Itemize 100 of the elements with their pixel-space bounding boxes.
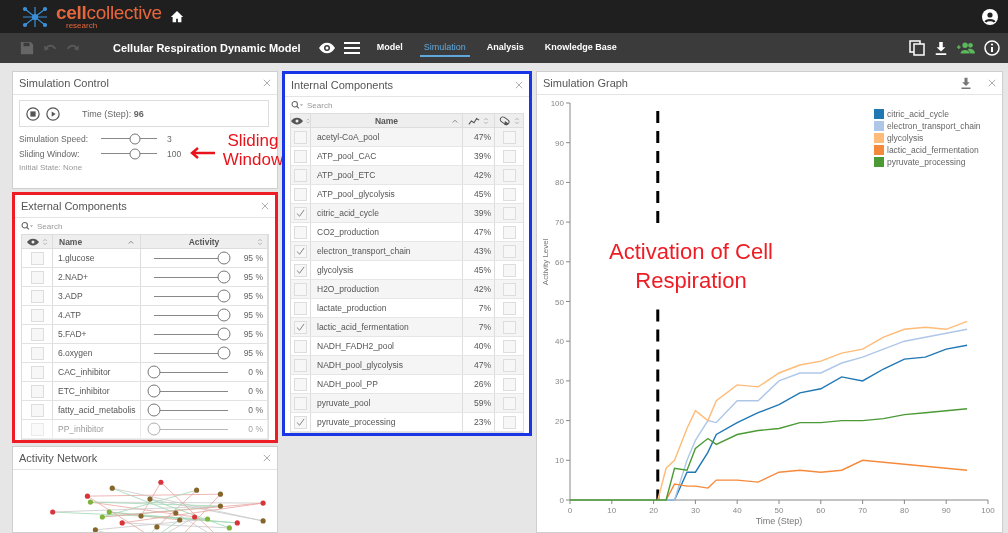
x-tick-label: 70 (858, 506, 868, 515)
nav-tab[interactable]: Knowledge Base (540, 39, 621, 57)
component-name: 6.oxygen (58, 348, 93, 358)
checkbox[interactable] (294, 168, 307, 182)
checkbox[interactable] (30, 289, 44, 303)
info-icon[interactable] (984, 40, 1000, 56)
checkbox[interactable] (502, 320, 516, 334)
checkbox[interactable] (294, 282, 307, 296)
download-icon[interactable] (934, 41, 948, 55)
close-icon[interactable] (988, 79, 996, 87)
activity-value: 95 % (243, 310, 263, 320)
slider-thumb[interactable] (147, 422, 161, 436)
play-icon[interactable] (46, 106, 60, 121)
sort-icon[interactable] (41, 237, 48, 246)
activity-value: 45% (474, 189, 491, 199)
checkbox[interactable] (502, 225, 516, 239)
pill-icon[interactable] (498, 114, 511, 127)
checkbox[interactable] (502, 149, 516, 163)
app-logo[interactable]: cellcollective (56, 3, 162, 22)
checkbox[interactable] (294, 130, 307, 144)
slider-thumb[interactable] (217, 346, 231, 360)
checkbox[interactable] (502, 206, 516, 220)
slider-value: 3 (167, 133, 172, 144)
nav-tab[interactable]: Simulation (419, 39, 470, 57)
slider-thumb[interactable] (147, 384, 161, 398)
checkbox[interactable] (502, 301, 516, 315)
checkbox[interactable] (294, 149, 307, 163)
checkbox[interactable] (294, 415, 307, 429)
nav-tab[interactable]: Model (372, 39, 407, 57)
eye-icon[interactable] (318, 40, 335, 56)
nav-tab[interactable]: Analysis (482, 39, 528, 57)
slider-thumb[interactable] (217, 270, 231, 284)
checkbox[interactable] (30, 346, 44, 360)
checkbox[interactable] (502, 168, 516, 182)
slider-thumb[interactable] (217, 327, 231, 341)
menu-icon[interactable] (343, 40, 360, 56)
copy-icon[interactable] (909, 40, 925, 56)
slider-thumb[interactable] (147, 403, 161, 417)
checkbox[interactable] (30, 270, 44, 284)
checkbox[interactable] (502, 130, 516, 144)
checkbox[interactable] (294, 225, 307, 239)
checkbox[interactable] (30, 308, 44, 322)
checkbox[interactable] (294, 396, 307, 410)
checkbox[interactable] (294, 187, 307, 201)
column-header[interactable]: Activity (188, 236, 220, 247)
checkbox[interactable] (294, 206, 307, 220)
checkbox[interactable] (502, 415, 516, 429)
checkbox[interactable] (502, 282, 516, 296)
component-name: lactate_production (317, 303, 387, 313)
search-icon[interactable] (21, 220, 33, 232)
legend-label[interactable]: pyruvate_processing (887, 157, 966, 167)
activity-value: 42% (474, 284, 491, 294)
activity-value: 95 % (243, 329, 263, 339)
close-icon[interactable] (263, 79, 271, 87)
legend-label[interactable]: electron_transport_chain (887, 121, 981, 131)
close-icon[interactable] (263, 454, 271, 462)
slider-label: Simulation Speed: (19, 133, 89, 144)
component-name: 2.NAD+ (58, 272, 88, 282)
checkbox[interactable] (294, 244, 307, 258)
column-header[interactable]: Name (374, 115, 399, 126)
add-user-icon[interactable] (957, 41, 975, 55)
user-icon[interactable] (982, 8, 998, 25)
close-icon[interactable] (515, 81, 523, 89)
slider-thumb[interactable] (147, 365, 161, 379)
slider-thumb[interactable] (129, 148, 141, 159)
save-icon[interactable] (20, 41, 34, 55)
caret-icon[interactable] (452, 117, 458, 125)
checkbox[interactable] (502, 187, 516, 201)
legend-label[interactable]: glycolysis (887, 133, 924, 143)
slider-thumb[interactable] (129, 133, 141, 144)
checkbox[interactable] (502, 396, 516, 410)
checkbox[interactable] (502, 377, 516, 391)
search-icon[interactable] (291, 99, 303, 111)
column-header[interactable]: Name (59, 236, 83, 247)
close-icon[interactable] (261, 202, 269, 210)
sort-icon[interactable] (483, 116, 489, 125)
legend-label[interactable]: lactic_acid_fermentation (887, 145, 979, 155)
checkbox[interactable] (294, 301, 307, 315)
legend-label[interactable]: citric_acid_cycle (887, 109, 949, 119)
checkbox[interactable] (294, 339, 307, 353)
checkbox[interactable] (30, 384, 44, 398)
slider-thumb[interactable] (217, 289, 231, 303)
checkbox[interactable] (294, 358, 307, 372)
checkbox[interactable] (30, 403, 44, 417)
checkbox[interactable] (294, 263, 307, 277)
checkbox[interactable] (30, 365, 44, 379)
checkbox[interactable] (30, 251, 44, 265)
slider-thumb[interactable] (217, 251, 231, 265)
checkbox[interactable] (502, 263, 516, 277)
checkbox[interactable] (30, 327, 44, 341)
home-icon[interactable] (169, 9, 184, 24)
stop-icon[interactable] (26, 106, 40, 121)
checkbox[interactable] (294, 320, 307, 334)
checkbox[interactable] (294, 377, 307, 391)
sort-icon[interactable] (257, 238, 263, 246)
checkbox[interactable] (502, 358, 516, 372)
checkbox[interactable] (502, 339, 516, 353)
sort-icon[interactable] (513, 116, 520, 125)
checkbox[interactable] (502, 244, 516, 258)
slider-thumb[interactable] (217, 308, 231, 322)
